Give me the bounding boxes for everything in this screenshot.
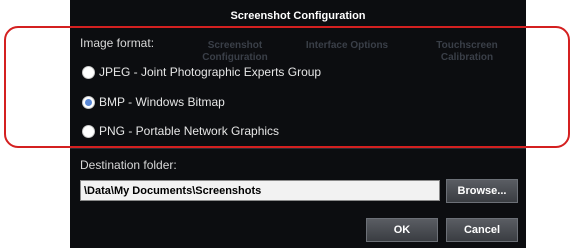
destination-folder-input[interactable] [80, 180, 440, 201]
ok-button[interactable]: OK [366, 218, 438, 242]
radio-label: PNG - Portable Network Graphics [99, 124, 280, 138]
cancel-button[interactable]: Cancel [446, 218, 518, 242]
background-item-touchscreen: Touchscreen Calibration [436, 40, 498, 63]
destination-folder-label: Destination folder: [80, 158, 177, 172]
background-item-interface: Interface Options [305, 40, 389, 51]
section-divider [70, 148, 526, 149]
title-divider [70, 27, 526, 28]
radio-selected-dot [85, 98, 92, 106]
radio-option-jpeg[interactable]: JPEG - Joint Photographic Experts Group [82, 61, 321, 83]
radio-option-png[interactable]: PNG - Portable Network Graphics [82, 120, 279, 142]
device-screen: Screenshot Configuration Interface Optio… [70, 0, 526, 248]
dialog-title: Screenshot Configuration [230, 10, 366, 22]
browse-button[interactable]: Browse... [446, 179, 518, 203]
radio-label: BMP - Windows Bitmap [99, 95, 225, 109]
radio-button[interactable] [82, 124, 95, 138]
radio-label: JPEG - Joint Photographic Experts Group [99, 65, 322, 79]
radio-option-bmp[interactable]: BMP - Windows Bitmap [82, 91, 225, 113]
image-format-label: Image format: [80, 36, 155, 50]
radio-button-selected[interactable] [82, 95, 95, 109]
screenshot-stage: Screenshot Configuration Interface Optio… [0, 0, 576, 248]
radio-button[interactable] [82, 65, 95, 79]
